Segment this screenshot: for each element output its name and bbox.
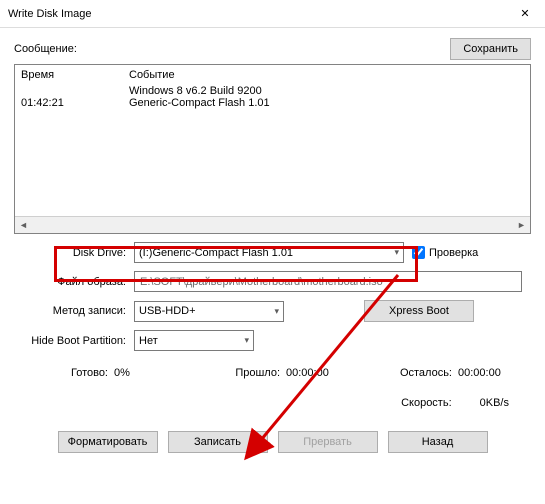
status-ready-value: 0%: [114, 367, 186, 379]
chevron-down-icon: ▾: [244, 335, 249, 346]
scroll-right-icon[interactable]: ►: [513, 217, 530, 233]
abort-button[interactable]: Прервать: [278, 431, 378, 453]
image-file-label: Файл образа:: [14, 276, 134, 288]
disk-drive-select[interactable]: (I:)Generic-Compact Flash 1.01 ▾: [134, 242, 404, 263]
horizontal-scrollbar[interactable]: ◄ ►: [15, 216, 530, 233]
save-button[interactable]: Сохранить: [450, 38, 531, 60]
hide-boot-label: Hide Boot Partition:: [14, 335, 134, 347]
verify-checkbox[interactable]: [412, 246, 425, 259]
scroll-left-icon[interactable]: ◄: [15, 217, 32, 233]
hide-boot-select[interactable]: Нет ▾: [134, 330, 254, 351]
chevron-down-icon: ▾: [394, 247, 399, 258]
status-remain-label: Осталось:: [358, 367, 458, 379]
window-title: Write Disk Image: [8, 8, 92, 20]
status-remain-value: 00:00:00: [458, 367, 530, 379]
disk-drive-value: (I:)Generic-Compact Flash 1.01: [139, 247, 293, 259]
chevron-down-icon: ▾: [274, 306, 279, 317]
log-cell-event: Windows 8 v6.2 Build 9200: [129, 85, 524, 97]
xpress-boot-button[interactable]: Xpress Boot: [364, 300, 474, 322]
write-method-value: USB-HDD+: [139, 305, 196, 317]
image-file-input[interactable]: [134, 271, 522, 292]
hide-boot-value: Нет: [139, 335, 158, 347]
format-button[interactable]: Форматировать: [58, 431, 158, 453]
close-icon: ✕: [520, 7, 529, 20]
log-col-event: Событие: [129, 69, 524, 81]
verify-label: Проверка: [429, 247, 478, 259]
message-label: Сообщение:: [14, 43, 77, 55]
write-method-select[interactable]: USB-HDD+ ▾: [134, 301, 284, 322]
status-speed-label: Скорость:: [401, 397, 452, 409]
log-cell-event: Generic-Compact Flash 1.01: [129, 97, 524, 109]
log-col-time: Время: [21, 69, 129, 81]
titlebar: Write Disk Image ✕: [0, 0, 545, 28]
status-speed-value: 0KB/s: [480, 397, 509, 409]
disk-drive-label: Disk Drive:: [14, 247, 134, 259]
scroll-track[interactable]: [32, 217, 513, 233]
log-panel: Время Событие Windows 8 v6.2 Build 9200 …: [14, 64, 531, 234]
log-cell-time: 01:42:21: [21, 97, 129, 109]
close-button[interactable]: ✕: [505, 0, 545, 28]
write-button[interactable]: Записать: [168, 431, 268, 453]
write-method-label: Метод записи:: [14, 305, 134, 317]
status-ready-label: Готово:: [14, 367, 114, 379]
back-button[interactable]: Назад: [388, 431, 488, 453]
status-elapsed-value: 00:00:00: [286, 367, 358, 379]
status-elapsed-label: Прошло:: [186, 367, 286, 379]
